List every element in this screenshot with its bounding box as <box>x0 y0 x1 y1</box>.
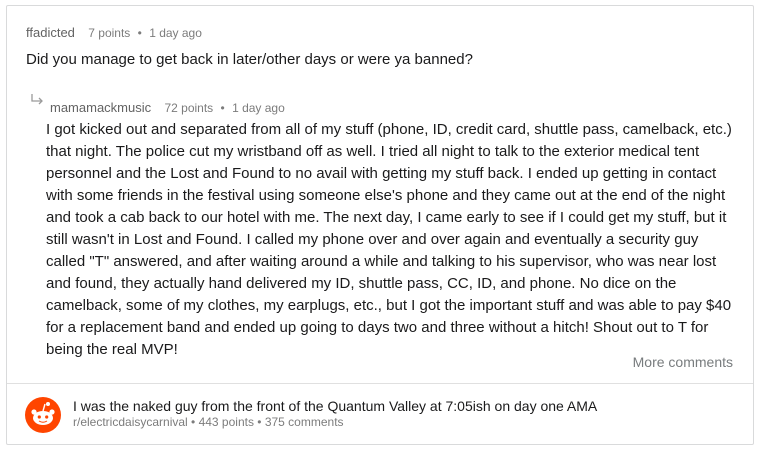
meta-separator: • <box>137 26 142 40</box>
more-comments-link[interactable]: More comments <box>633 353 733 371</box>
reply-arrow-icon <box>31 94 43 105</box>
comment-author[interactable]: ffadicted <box>26 25 75 40</box>
comment-time[interactable]: 1 day ago <box>149 26 202 40</box>
post-title[interactable]: I was the naked guy from the front of th… <box>73 398 597 414</box>
divider <box>7 383 753 384</box>
reply-author[interactable]: mamamackmusic <box>50 100 151 115</box>
reply-points: 72 points <box>164 101 214 115</box>
reply-time[interactable]: 1 day ago <box>232 101 285 115</box>
meta-separator: • <box>220 101 225 115</box>
post-link[interactable]: I was the naked guy from the front of th… <box>25 394 737 436</box>
top-comment-meta: ffadicted 7 points • 1 day ago <box>26 25 737 41</box>
post-subline: r/electricdaisycarnival • 443 points • 3… <box>73 415 344 429</box>
reply-meta: mamamackmusic 72 points • 1 day ago <box>26 94 738 115</box>
reply-body: I got kicked out and separated from all … <box>46 121 732 358</box>
comment-body: Did you manage to get back in later/othe… <box>26 51 473 68</box>
comment-points: 7 points <box>88 26 131 40</box>
top-comment: ffadicted 7 points • 1 day ago Did you m… <box>26 26 737 71</box>
comment-card: ffadicted 7 points • 1 day ago Did you m… <box>6 5 754 445</box>
reply-comment: mamamackmusic 72 points • 1 day ago I go… <box>26 94 738 361</box>
reddit-snoo-icon <box>25 397 61 433</box>
